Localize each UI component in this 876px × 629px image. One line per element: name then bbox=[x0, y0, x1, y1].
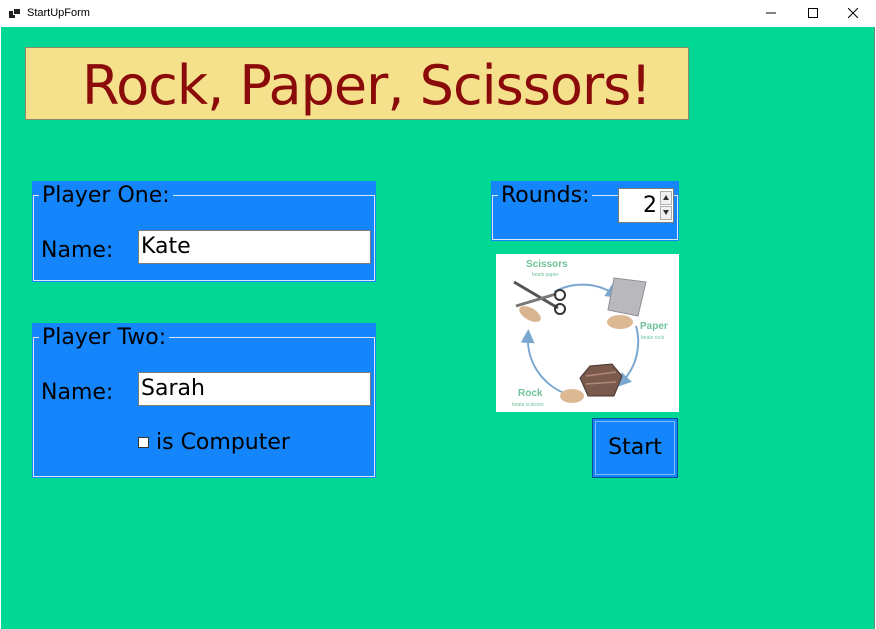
chevron-up-icon bbox=[663, 195, 669, 200]
rounds-legend: Rounds: bbox=[498, 183, 593, 208]
paper-subcaption: beats rock bbox=[641, 335, 665, 341]
window-title: StartUpForm bbox=[27, 7, 90, 19]
rock-subcaption: beats scissors bbox=[512, 402, 544, 408]
app-icon[interactable] bbox=[9, 8, 21, 19]
arrow-scissors-to-paper bbox=[553, 283, 620, 298]
paper-caption: Paper bbox=[640, 321, 668, 332]
arrow-paper-to-rock bbox=[617, 325, 640, 388]
close-icon bbox=[848, 8, 858, 18]
player-two-name-input[interactable]: Sarah bbox=[138, 372, 371, 406]
rps-cycle-diagram: Scissors beats paper Paper beats rock Ro… bbox=[512, 259, 668, 408]
scissors-caption: Scissors bbox=[526, 259, 568, 270]
chevron-down-icon bbox=[663, 210, 669, 215]
player-one-name-input[interactable]: Kate bbox=[138, 230, 371, 264]
player-one-legend: Player One: bbox=[39, 183, 173, 208]
minimize-button[interactable] bbox=[748, 0, 794, 27]
start-button-label: Start bbox=[608, 435, 662, 460]
rounds-spinner[interactable]: 2 bbox=[618, 188, 674, 223]
minimize-icon bbox=[766, 12, 776, 14]
arrow-rock-to-scissors bbox=[520, 329, 575, 397]
group-frame bbox=[33, 337, 375, 477]
close-button[interactable] bbox=[830, 0, 876, 27]
player-one-group: Player One: Name: Kate bbox=[32, 181, 376, 282]
rounds-group: Rounds: 2 bbox=[491, 181, 679, 241]
is-computer-label[interactable]: is Computer bbox=[156, 430, 290, 455]
spinner-up-button[interactable] bbox=[660, 191, 672, 205]
player-two-group: Player Two: Name: Sarah is Computer bbox=[32, 323, 376, 478]
player-two-name-label: Name: bbox=[41, 380, 114, 405]
title-bar: StartUpForm bbox=[0, 0, 876, 27]
rock-caption: Rock bbox=[518, 388, 543, 399]
start-button[interactable]: Start bbox=[592, 418, 678, 478]
scissors-subcaption: beats paper bbox=[532, 272, 559, 278]
player-two-legend: Player Two: bbox=[39, 325, 170, 350]
maximize-icon bbox=[808, 8, 818, 18]
rock-icon bbox=[560, 363, 623, 403]
spinner-down-button[interactable] bbox=[660, 206, 672, 220]
player-one-name-label: Name: bbox=[41, 238, 114, 263]
game-title: Rock, Paper, Scissors! bbox=[82, 54, 652, 117]
rounds-value[interactable]: 2 bbox=[643, 193, 657, 218]
title-banner: Rock, Paper, Scissors! bbox=[25, 47, 689, 120]
rps-diagram-picture: Scissors beats paper Paper beats rock Ro… bbox=[496, 254, 679, 412]
is-computer-checkbox[interactable] bbox=[138, 437, 149, 448]
scissors-icon bbox=[513, 280, 566, 322]
